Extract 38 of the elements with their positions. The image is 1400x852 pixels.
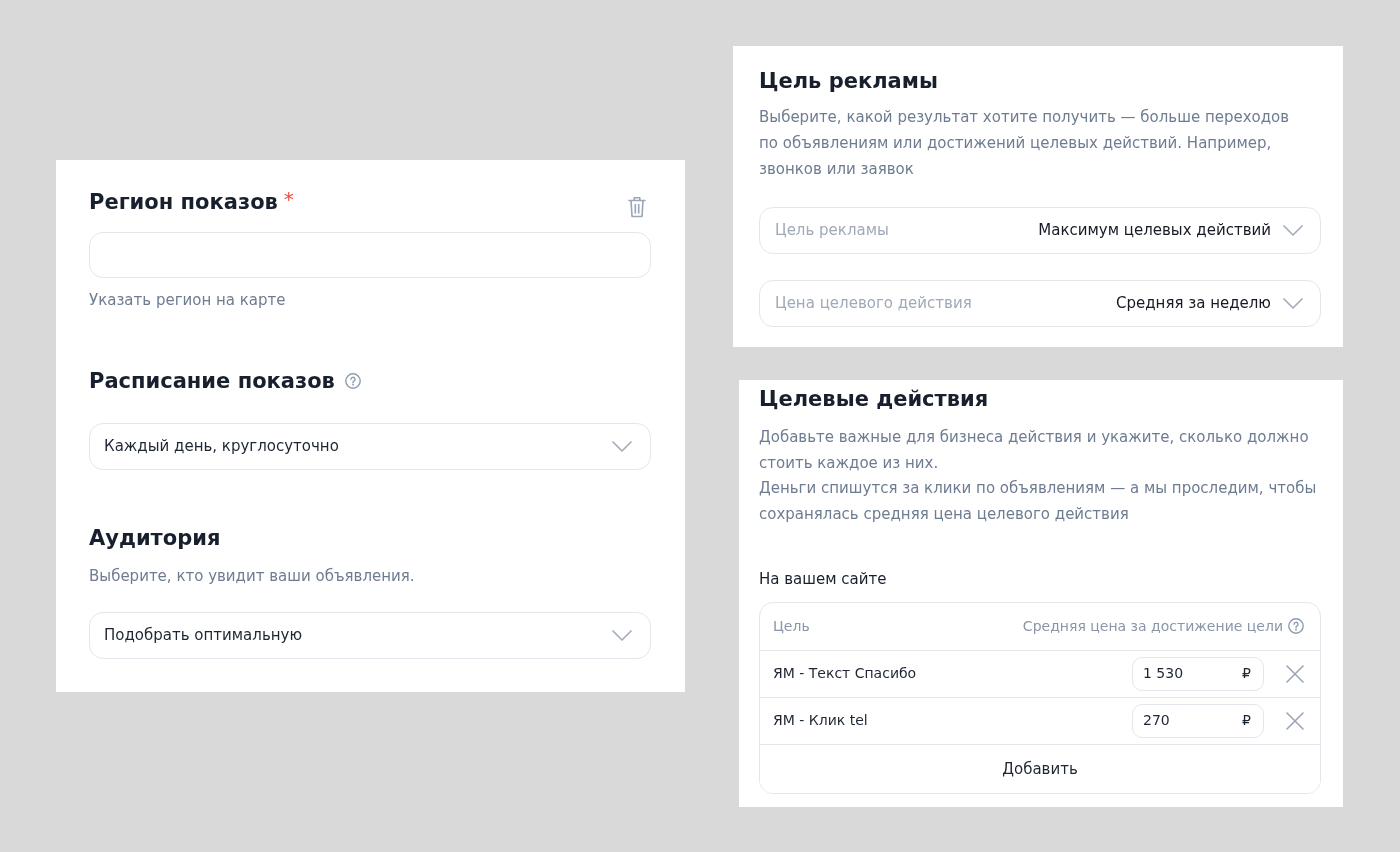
close-icon[interactable] xyxy=(1286,711,1304,730)
dropdown-value: Максимум целевых действий xyxy=(1038,220,1271,242)
subsection-title: На вашем сайте xyxy=(759,568,887,589)
dropdown[interactable]: Цель рекламы Максимум целевых действий xyxy=(759,207,1321,254)
currency-sign: ₽ xyxy=(1242,664,1251,684)
description: Добавьте важные для бизнеса действия и укажите, сколько должно стоить каждое из них. xyxy=(759,427,1310,474)
table-cell-text: ЯМ - Клик tel xyxy=(773,711,868,731)
chevron-down-icon xyxy=(1283,298,1303,309)
map-region-link[interactable]: Указать регион на карте xyxy=(89,290,286,310)
section-title: Регион показов xyxy=(89,189,278,216)
description: Выберите, кто увидит ваши объявления. xyxy=(89,566,415,586)
dropdown[interactable]: Каждый день, круглосуточно xyxy=(89,423,651,470)
section-title: Цель рекламы xyxy=(759,68,938,95)
close-icon[interactable] xyxy=(1286,664,1304,683)
price-field[interactable]: 1 530 ₽ xyxy=(1132,656,1264,691)
section-title: Целевые действия xyxy=(759,386,989,413)
dropdown[interactable]: Подобрать оптимальную xyxy=(89,612,651,659)
trash-icon[interactable] xyxy=(628,196,646,218)
chevron-down-icon xyxy=(612,630,632,641)
table-cell-text: ЯМ - Текст Спасибо xyxy=(773,664,917,684)
chevron-down-icon xyxy=(1283,225,1303,236)
dropdown[interactable]: Цена целевого действия Средняя за неделю xyxy=(759,280,1321,327)
dropdown-label: Цена целевого действия xyxy=(775,293,972,315)
currency-sign: ₽ xyxy=(1242,711,1251,731)
chevron-down-icon xyxy=(612,441,632,452)
price-field[interactable]: 270 ₽ xyxy=(1132,703,1264,738)
region-input[interactable] xyxy=(89,232,651,278)
column-header: Цель xyxy=(773,616,810,636)
required-mark: * xyxy=(283,188,294,210)
help-icon[interactable] xyxy=(344,373,361,389)
description: Деньги спишутся за клики по объявлениям — а мы проследим, чтобы сохранялась средняя цена целевого действия xyxy=(759,478,1318,526)
description: Выберите, какой результат хотите получить — больше переходов по объявлениям или достижений целевых действий. Например, звонков или заявок xyxy=(759,107,1291,180)
help-icon[interactable] xyxy=(1288,618,1304,635)
column-header: Средняя цена за достижение цели xyxy=(1022,616,1283,636)
section-title: Аудитория xyxy=(89,525,221,552)
dropdown-value: Средняя за неделю xyxy=(1116,293,1271,315)
dropdown-label: Цель рекламы xyxy=(775,220,889,242)
section-title: Расписание показов xyxy=(89,368,335,395)
